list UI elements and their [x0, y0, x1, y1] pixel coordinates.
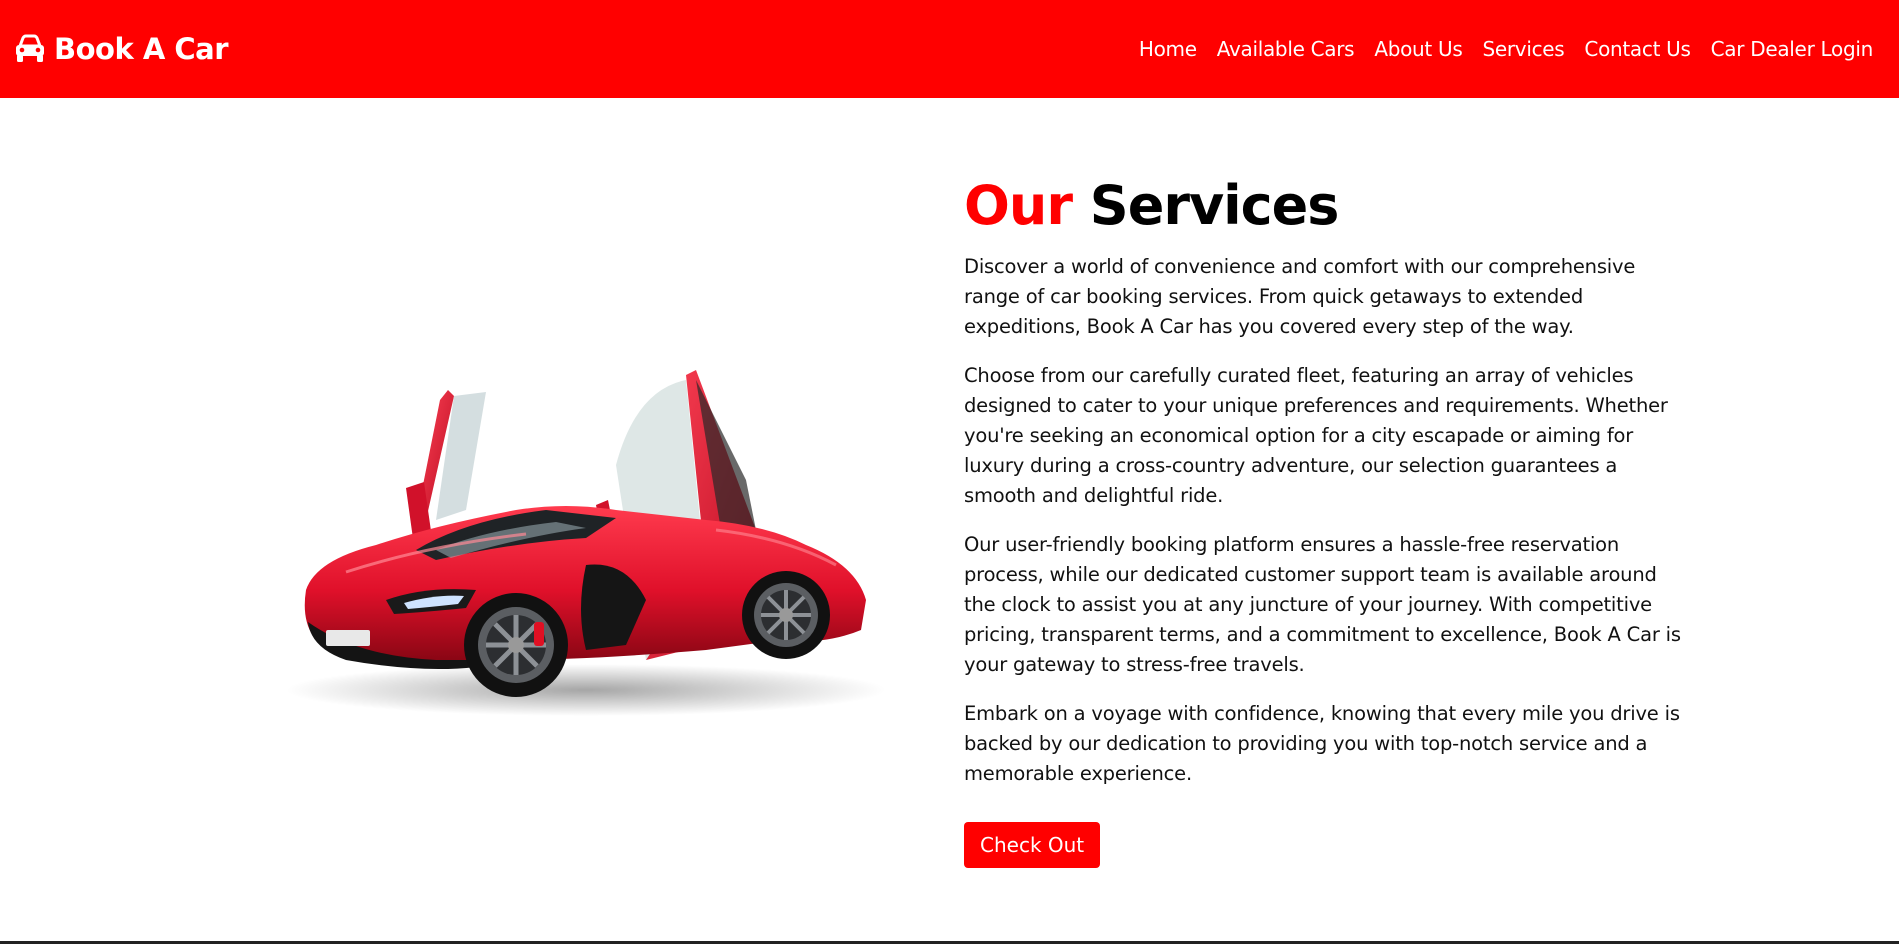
- top-navbar: Book A Car Home Available Cars About Us …: [0, 0, 1899, 98]
- sports-car-image: [286, 370, 886, 716]
- nav-link-contact-us[interactable]: Contact Us: [1584, 37, 1691, 61]
- nav-link-home[interactable]: Home: [1139, 37, 1197, 61]
- heading-accent-word: Our: [964, 174, 1073, 237]
- services-paragraph-3: Our user-friendly booking platform ensur…: [964, 533, 1681, 676]
- nav-link-available-cars[interactable]: Available Cars: [1217, 37, 1355, 61]
- car-icon: [16, 34, 44, 62]
- nav-link-car-dealer-login[interactable]: Car Dealer Login: [1711, 37, 1874, 61]
- heading-main-word: Services: [1089, 174, 1340, 237]
- services-paragraph-2: Choose from our carefully curated fleet,…: [964, 364, 1668, 507]
- nav-link-services[interactable]: Services: [1482, 37, 1564, 61]
- nav-link-about-us[interactable]: About Us: [1374, 37, 1462, 61]
- main-nav: Home Available Cars About Us Services Co…: [1139, 37, 1873, 61]
- services-heading: Our Services: [964, 172, 1694, 240]
- brand-name: Book A Car: [54, 32, 229, 66]
- services-paragraph-1: Discover a world of convenience and comf…: [964, 255, 1636, 338]
- check-out-button[interactable]: Check Out: [964, 822, 1101, 868]
- brand-logo[interactable]: Book A Car: [14, 32, 229, 66]
- services-paragraph-4: Embark on a voyage with confidence, know…: [964, 702, 1680, 785]
- services-section: Our Services Discover a world of conveni…: [964, 172, 1694, 868]
